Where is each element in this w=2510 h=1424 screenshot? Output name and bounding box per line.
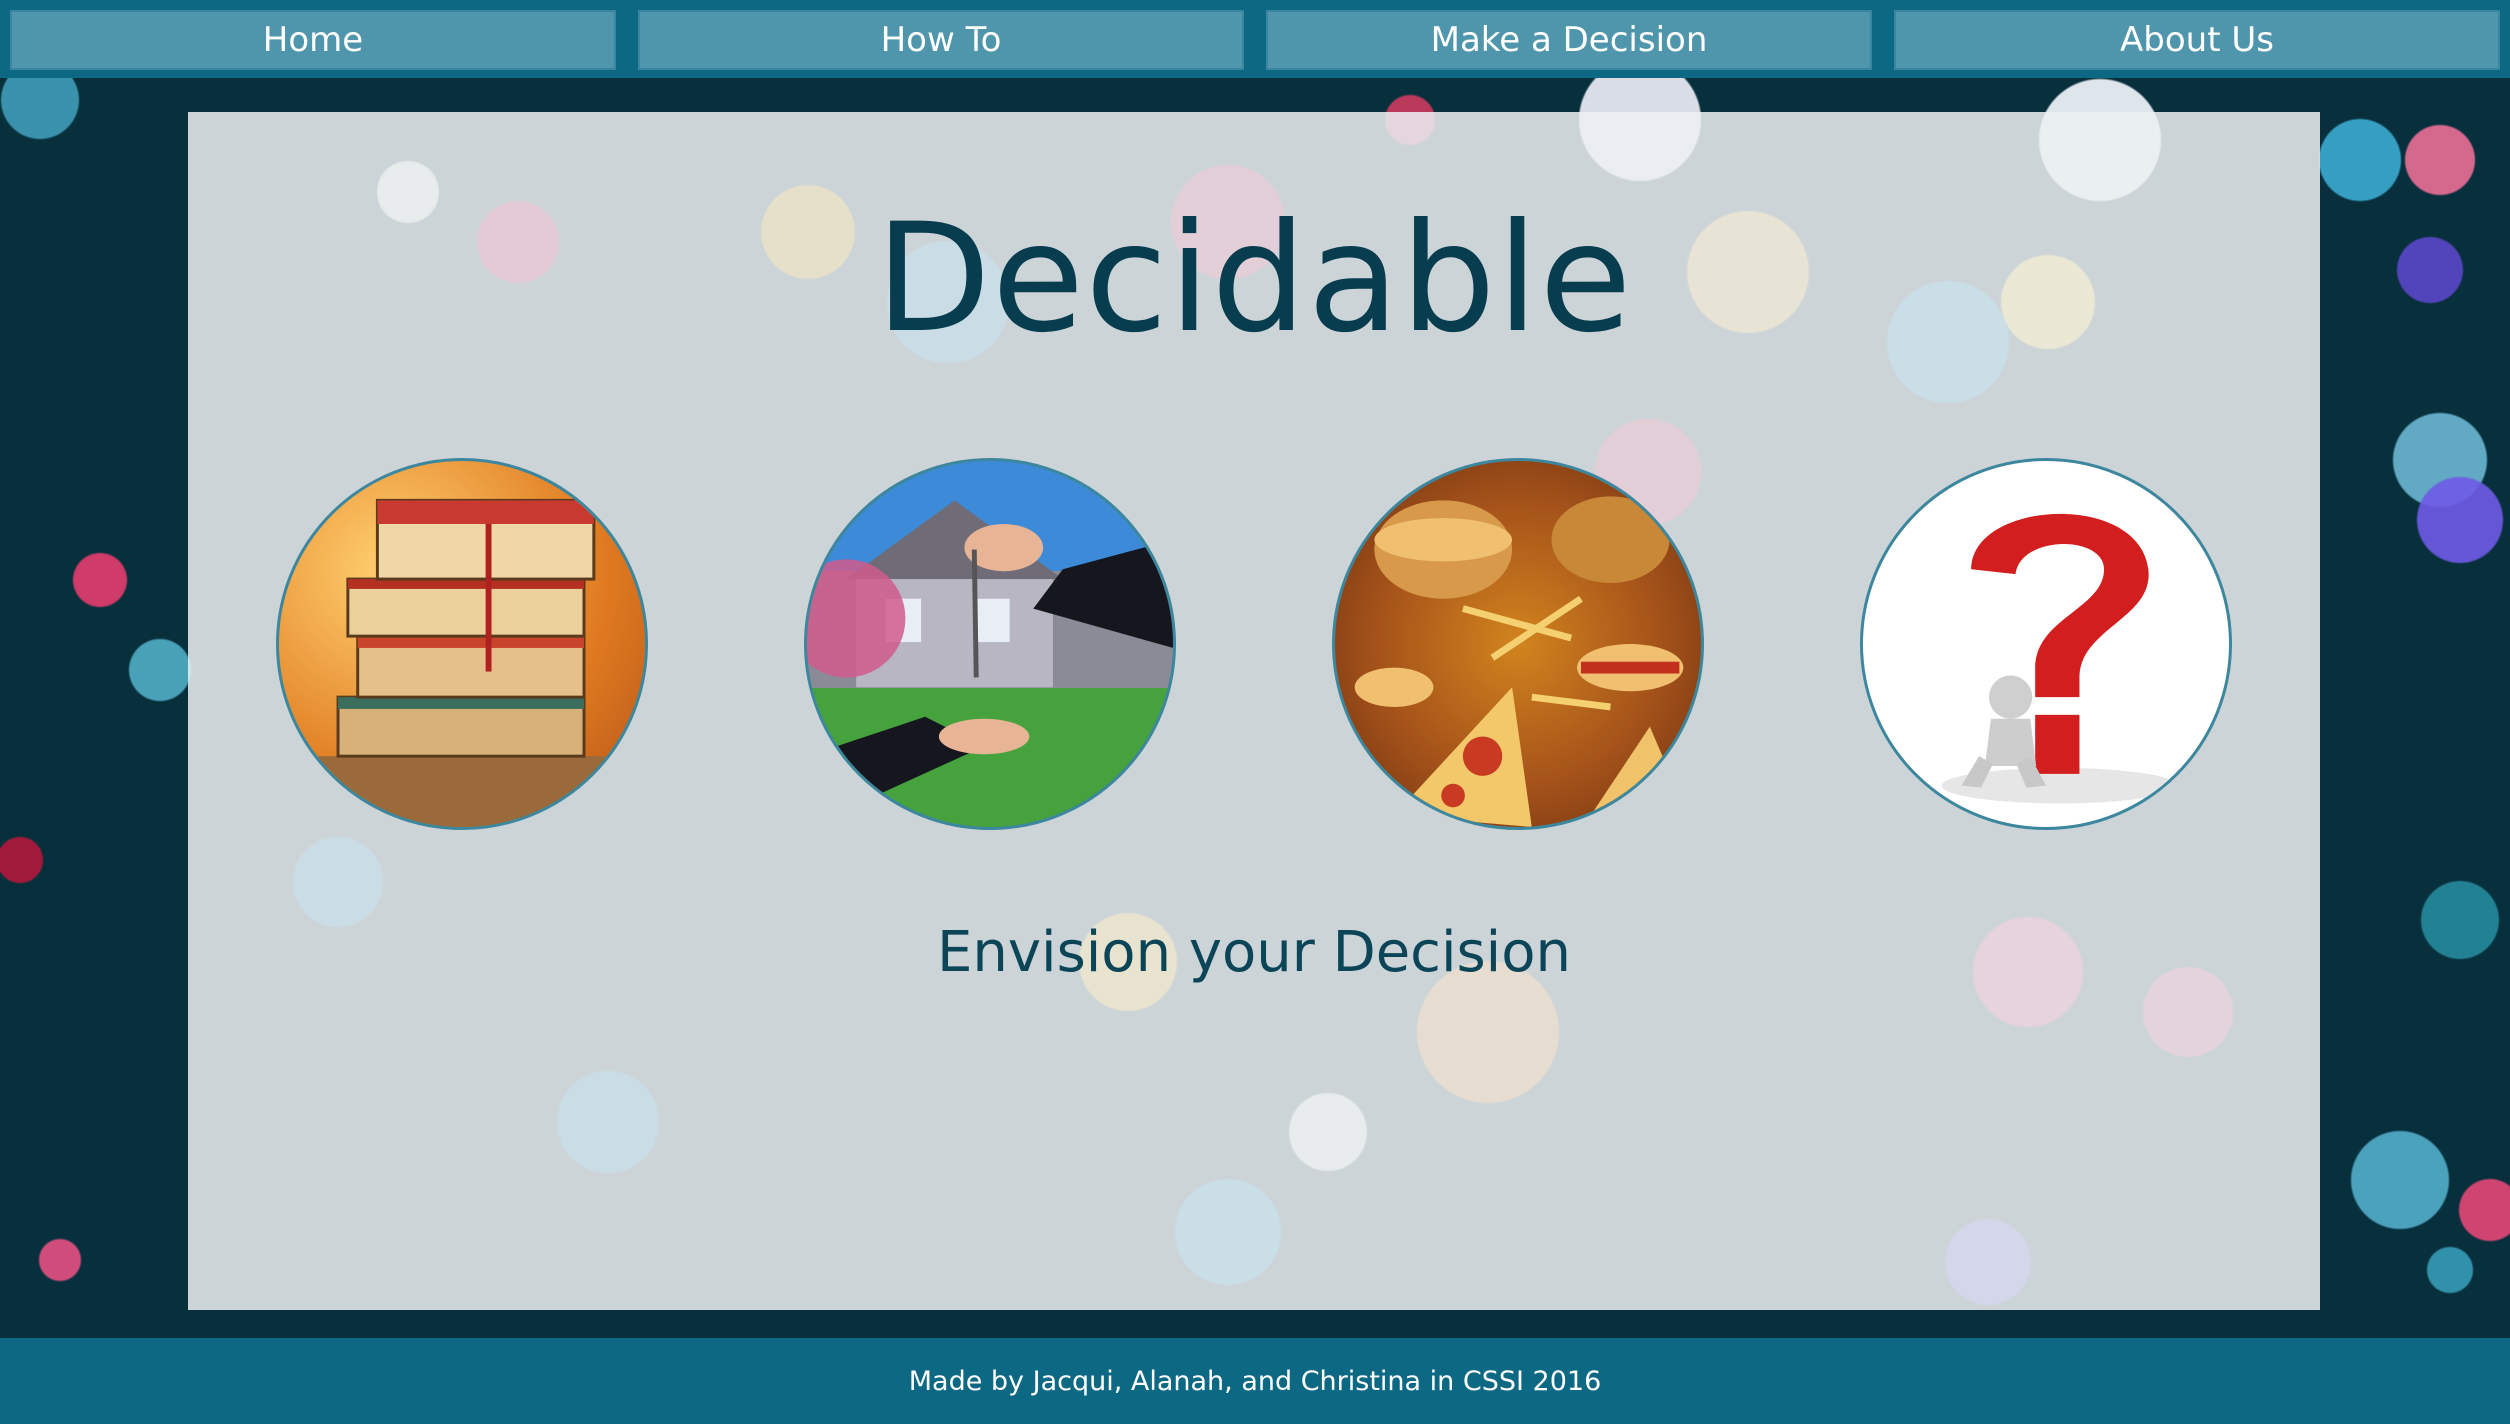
- page-subtitle: Envision your Decision: [937, 920, 1571, 985]
- main-panel: Decidable Envision your Decision: [188, 112, 2320, 1310]
- house-keys-icon[interactable]: [804, 458, 1176, 830]
- footer: Made by Jacqui, Alanah, and Christina in…: [0, 1338, 2510, 1424]
- fast-food-illustration: [1354, 496, 1684, 827]
- nav-how-to-button[interactable]: How To: [638, 10, 1244, 70]
- page-title: Decidable: [875, 192, 1633, 366]
- nav-home-button[interactable]: Home: [10, 10, 616, 70]
- footer-credit: Made by Jacqui, Alanah, and Christina in…: [908, 1365, 1602, 1397]
- books-icon[interactable]: [276, 458, 648, 830]
- books-illustration: [279, 498, 645, 827]
- top-nav: Home How To Make a Decision About Us: [0, 0, 2510, 78]
- nav-make-decision-button[interactable]: Make a Decision: [1266, 10, 1872, 70]
- house-keys-illustration: [807, 500, 1173, 827]
- question-mark-icon[interactable]: [1860, 458, 2232, 830]
- fast-food-icon[interactable]: [1332, 458, 1704, 830]
- nav-about-us-button[interactable]: About Us: [1894, 10, 2500, 70]
- question-mark-illustration: [1941, 513, 2178, 804]
